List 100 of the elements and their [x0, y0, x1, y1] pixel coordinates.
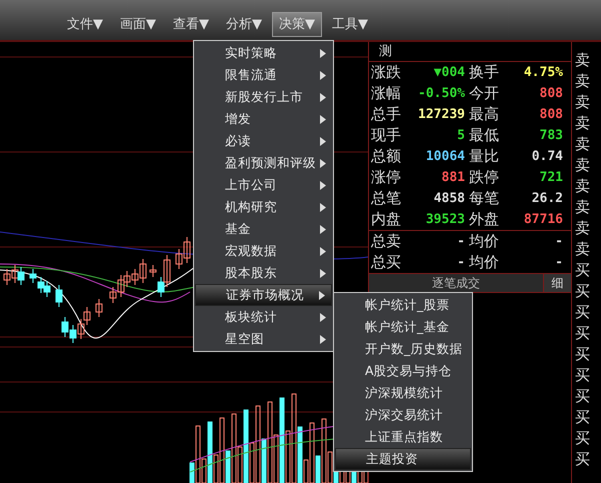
menu-bar-item[interactable]: 工具▼ [325, 12, 375, 37]
field-value: - [554, 254, 564, 272]
order-book-label: 卖 [574, 134, 591, 155]
menu-item[interactable]: 增发 [195, 108, 332, 130]
field-value: - [554, 233, 564, 251]
field-value: 808 [538, 106, 564, 124]
field-label: 换手 [468, 62, 500, 83]
menu-item[interactable]: 股本股东 [195, 262, 332, 284]
field-label: 均价 [468, 231, 500, 252]
field-label: 量比 [468, 146, 500, 167]
field-value: ▼004 [432, 64, 466, 82]
field-label: 最低 [468, 125, 500, 146]
field-value: 881 [440, 169, 466, 187]
field-value: 4858 [432, 190, 466, 208]
menu-item[interactable]: A股交易与持仓 [335, 360, 471, 382]
menu-item[interactable]: 沪深交易统计 [335, 404, 471, 426]
field-value: 26.2 [530, 190, 564, 208]
submenu-arrow-icon [320, 48, 326, 58]
menu-bar-item[interactable]: 查看▼ [166, 12, 216, 37]
submenu-arrow-icon [320, 180, 326, 190]
submenu-arrow-icon [320, 246, 326, 256]
order-book-label: 买 [574, 323, 591, 344]
order-book-label: 买 [574, 365, 591, 386]
field-value: 808 [538, 85, 564, 103]
menu-item[interactable]: 实时策略 [195, 42, 332, 64]
quote-tab[interactable]: 测 [379, 42, 392, 62]
field-value: 127239 [417, 106, 466, 124]
menu-item[interactable]: 宏观数据 [195, 240, 332, 262]
order-book-label: 卖 [574, 113, 591, 134]
order-book-label: 卖 [574, 197, 591, 218]
field-label: 跌停 [468, 167, 500, 188]
order-book-label: 卖 [574, 218, 591, 239]
menu-bar-item[interactable]: 文件▼ [60, 12, 110, 37]
menu-item[interactable]: 必读 [195, 130, 332, 152]
field-label: 总手 [370, 104, 402, 125]
menu-item[interactable]: 基金 [195, 218, 332, 240]
order-book-label: 买 [574, 407, 591, 428]
menu-item[interactable]: 板块统计 [195, 306, 332, 328]
candlestick [56, 284, 62, 308]
menu-bar-item[interactable]: 决策▼ [272, 12, 322, 37]
field-label: 涨幅 [370, 83, 402, 104]
field-label: 涨停 [370, 167, 402, 188]
order-book-label: 买 [574, 281, 591, 302]
detail-button[interactable]: 细 [543, 274, 571, 292]
order-book-label: 买 [574, 344, 591, 365]
menu-bar-item[interactable]: 画面▼ [113, 12, 163, 37]
order-book-label: 买 [574, 386, 591, 407]
submenu-arrow-icon [319, 290, 325, 300]
submenu-arrow-icon [320, 136, 326, 146]
field-label: 总卖 [370, 231, 402, 252]
order-book-label: 卖 [574, 239, 591, 260]
field-value: 10064 [424, 148, 466, 166]
order-book-label: 买 [574, 302, 591, 323]
order-book-label: 买 [574, 449, 591, 470]
order-book-label: 买 [574, 428, 591, 449]
field-value: 39523 [424, 211, 466, 229]
menu-item[interactable]: 上证重点指数 [335, 426, 471, 448]
submenu-arrow-icon [320, 312, 326, 322]
field-label: 总买 [370, 252, 402, 273]
field-label: 外盘 [468, 209, 500, 230]
menu-item[interactable]: 限售流通 [195, 64, 332, 86]
menu-item[interactable]: 帐户统计_股票 [335, 294, 471, 316]
field-label: 最高 [468, 104, 500, 125]
menu-item[interactable]: 帐户统计_基金 [335, 316, 471, 338]
field-label: 现手 [370, 125, 402, 146]
menu-item[interactable]: 机构研究 [195, 196, 332, 218]
menu-item[interactable]: 上市公司 [195, 174, 332, 196]
field-label: 总额 [370, 146, 402, 167]
field-value: - [456, 254, 466, 272]
field-value: - [456, 233, 466, 251]
menu-item[interactable]: 开户数_历史数据 [335, 338, 471, 360]
order-book-label: 卖 [574, 92, 591, 113]
submenu-arrow-icon [320, 202, 326, 212]
field-value: 783 [538, 127, 564, 145]
field-value: 0.74 [530, 148, 564, 166]
order-book-label: 卖 [574, 155, 591, 176]
field-value: 5 [456, 127, 466, 145]
field-label: 每笔 [468, 188, 500, 209]
field-label: 均价 [468, 252, 500, 273]
field-label: 内盘 [370, 209, 402, 230]
menu-item[interactable]: 新股发行上市 [195, 86, 332, 108]
field-label: 今开 [468, 83, 500, 104]
menu-item[interactable]: 证券市场概况 [195, 284, 332, 306]
field-value: 4.75% [522, 64, 564, 82]
field-value: 87716 [522, 211, 564, 229]
menu-item[interactable]: 星空图 [195, 328, 332, 350]
candlestick [96, 298, 102, 318]
submenu-arrow-icon [320, 268, 326, 278]
order-book-label: 卖 [574, 50, 591, 71]
field-label: 涨跌 [370, 62, 402, 83]
order-book-label: 卖 [574, 176, 591, 197]
menu-bar-item[interactable]: 分析▼ [219, 12, 269, 37]
menu-item[interactable]: 沪深规模统计 [335, 382, 471, 404]
submenu-arrow-icon [320, 334, 326, 344]
menu-item[interactable]: 主题投资 [335, 448, 471, 470]
order-book-label: 买 [574, 260, 591, 281]
menu-item[interactable]: 盈利预测和评级 [195, 152, 332, 174]
field-value: -0.50% [417, 85, 466, 103]
field-label: 总笔 [370, 188, 402, 209]
submenu-arrow-icon [320, 92, 326, 102]
